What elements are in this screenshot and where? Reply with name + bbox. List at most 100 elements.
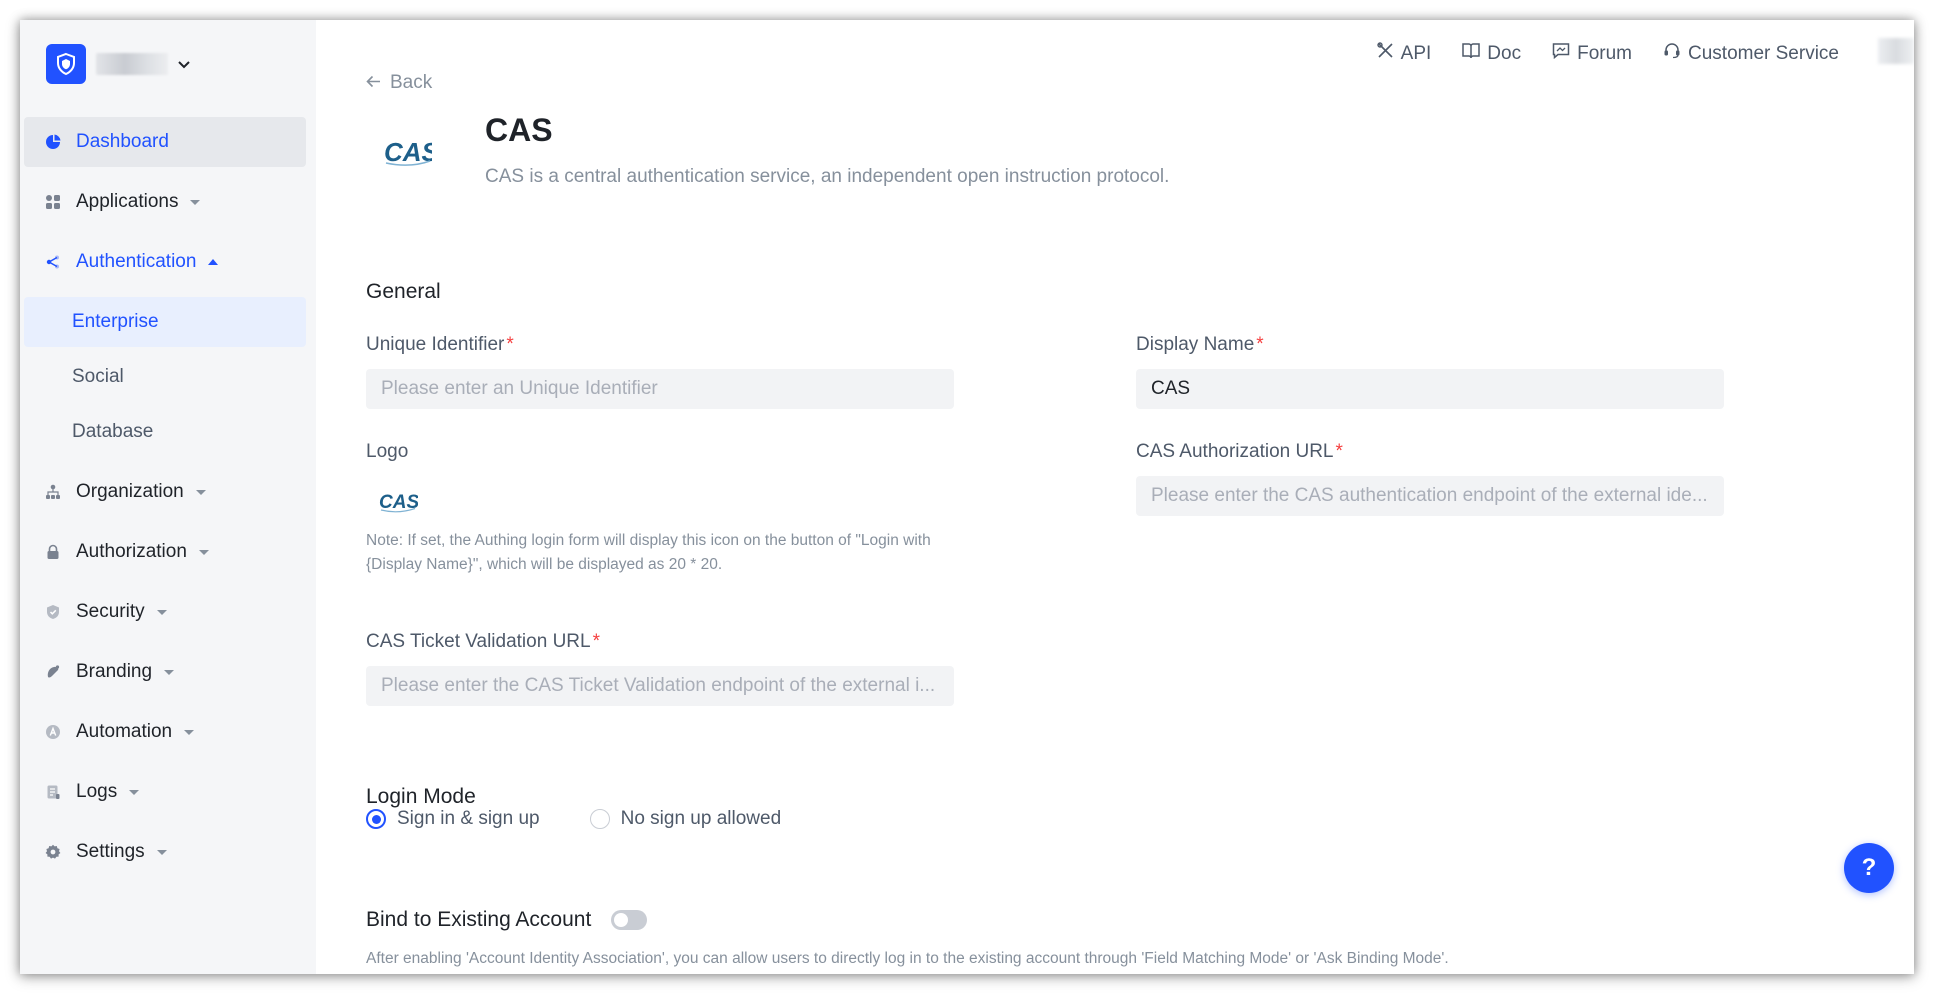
sidebar-item-branding[interactable]: Branding (24, 647, 306, 697)
app-window: Dashboard Applications Authentication En… (20, 20, 1914, 974)
top-bar: API Doc Forum Customer Service (1376, 42, 1839, 65)
sidebar-item-database[interactable]: Database (24, 407, 306, 457)
logo-upload[interactable]: CAS (378, 490, 419, 519)
logo-label: Logo (366, 441, 409, 462)
required-marker: * (1335, 441, 1343, 462)
cas-auth-url-input[interactable] (1136, 476, 1724, 516)
apps-grid-icon (44, 193, 62, 211)
brand[interactable] (46, 44, 190, 84)
caret-down-icon (156, 609, 167, 615)
bind-account-description: After enabling 'Account Identity Associa… (366, 950, 1449, 967)
document-icon (44, 783, 62, 801)
sidebar-item-label: Authentication (76, 251, 197, 272)
required-marker: * (592, 631, 600, 652)
sidebar-nav: Dashboard Applications Authentication En… (24, 117, 306, 887)
palette-icon (44, 663, 62, 681)
display-name-label: Display Name * (1136, 334, 1264, 356)
pie-chart-icon (44, 133, 62, 151)
lock-icon (44, 543, 62, 561)
doc-link[interactable]: Doc (1462, 42, 1521, 65)
unique-identifier-label-text: Unique Identifier (366, 334, 505, 355)
sidebar-item-label: Organization (76, 481, 184, 502)
sidebar-item-applications[interactable]: Applications (24, 177, 306, 227)
gear-icon (44, 843, 62, 861)
caret-down-icon (156, 849, 167, 855)
bind-account-label: Bind to Existing Account (366, 908, 592, 931)
shield-icon (44, 603, 62, 621)
sidebar-item-label: Database (72, 421, 154, 442)
unique-identifier-label: Unique Identifier * (366, 334, 514, 356)
caret-down-icon (129, 789, 140, 795)
sidebar-item-settings[interactable]: Settings (24, 827, 306, 877)
sidebar-item-label: Dashboard (76, 131, 169, 152)
org-tree-icon (44, 483, 62, 501)
cas-ticket-url-input[interactable] (366, 666, 954, 706)
radio-label: Sign in & sign up (397, 808, 540, 829)
sidebar-item-label: Logs (76, 781, 118, 802)
sidebar-item-label: Social (72, 366, 124, 387)
customer-service-link-label: Customer Service (1688, 42, 1839, 64)
radio-label: No sign up allowed (620, 808, 782, 829)
radio-no-sign-up[interactable]: No sign up allowed (589, 808, 782, 830)
brand-logo-icon (46, 44, 86, 84)
sidebar-item-social[interactable]: Social (24, 352, 306, 402)
caret-down-icon (195, 489, 206, 495)
bind-account-toggle[interactable] (611, 910, 648, 930)
sidebar-item-label: Security (76, 601, 145, 622)
required-marker: * (506, 334, 514, 355)
sidebar-item-label: Authorization (76, 541, 187, 562)
sidebar-item-dashboard[interactable]: Dashboard (24, 117, 306, 167)
help-button[interactable]: ? (1844, 843, 1894, 893)
sidebar-item-automation[interactable]: Automation (24, 707, 306, 757)
cas-ticket-url-label-text: CAS Ticket Validation URL (366, 631, 591, 652)
sidebar-item-label: Enterprise (72, 311, 159, 332)
book-icon (1462, 42, 1481, 65)
page-title: CAS (485, 112, 553, 148)
cas-auth-url-label: CAS Authorization URL * (1136, 441, 1343, 463)
doc-link-label: Doc (1487, 42, 1522, 64)
arrow-left-icon (366, 72, 381, 94)
brand-name-redacted (96, 53, 168, 75)
main-content: API Doc Forum Customer Service Back CA C… (316, 20, 1914, 974)
back-button[interactable]: Back (366, 72, 432, 94)
caret-up-icon (208, 259, 219, 265)
sidebar-item-logs[interactable]: Logs (24, 767, 306, 817)
caret-down-icon (184, 729, 195, 735)
sidebar-item-authentication[interactable]: Authentication (24, 237, 306, 287)
headset-icon (1663, 42, 1681, 65)
sidebar-item-authorization[interactable]: Authorization (24, 527, 306, 577)
cas-logo: CAS (382, 137, 440, 172)
cas-auth-url-label-text: CAS Authorization URL (1136, 441, 1334, 462)
unique-identifier-input[interactable] (366, 369, 954, 409)
sidebar: Dashboard Applications Authentication En… (20, 20, 316, 974)
radio-checked-icon (366, 809, 386, 829)
sidebar-item-enterprise[interactable]: Enterprise (24, 297, 306, 347)
display-name-input[interactable] (1136, 369, 1724, 409)
tools-icon (1376, 42, 1394, 65)
sidebar-item-label: Applications (76, 191, 179, 212)
forum-link[interactable]: Forum (1552, 42, 1632, 65)
chat-icon (1552, 42, 1570, 65)
caret-down-icon (190, 199, 201, 205)
chevron-down-icon[interactable] (178, 56, 190, 72)
api-link-label: API (1400, 42, 1432, 64)
radio-sign-in-sign-up[interactable]: Sign in & sign up (366, 808, 540, 830)
api-link[interactable]: API (1376, 42, 1432, 65)
required-marker: * (1256, 334, 1264, 355)
automation-icon (44, 723, 62, 741)
login-mode-radio-group: Sign in & sign up No sign up allowed (366, 808, 781, 830)
customer-service-link[interactable]: Customer Service (1663, 42, 1839, 65)
caret-down-icon (198, 549, 209, 555)
cas-ticket-url-label: CAS Ticket Validation URL * (366, 631, 600, 653)
section-title-login-mode: Login Mode (366, 785, 476, 808)
back-label: Back (390, 72, 433, 93)
sidebar-item-label: Automation (76, 721, 173, 742)
avatar[interactable] (1878, 38, 1914, 64)
logo-note: Note: If set, the Authing login form wil… (366, 532, 931, 573)
sidebar-item-organization[interactable]: Organization (24, 467, 306, 517)
cas-logo-small-icon: CAS (379, 492, 419, 513)
sidebar-item-security[interactable]: Security (24, 587, 306, 637)
caret-down-icon (164, 669, 175, 675)
bind-account-row: Bind to Existing Account (366, 908, 648, 932)
sidebar-item-label: Settings (76, 841, 145, 862)
